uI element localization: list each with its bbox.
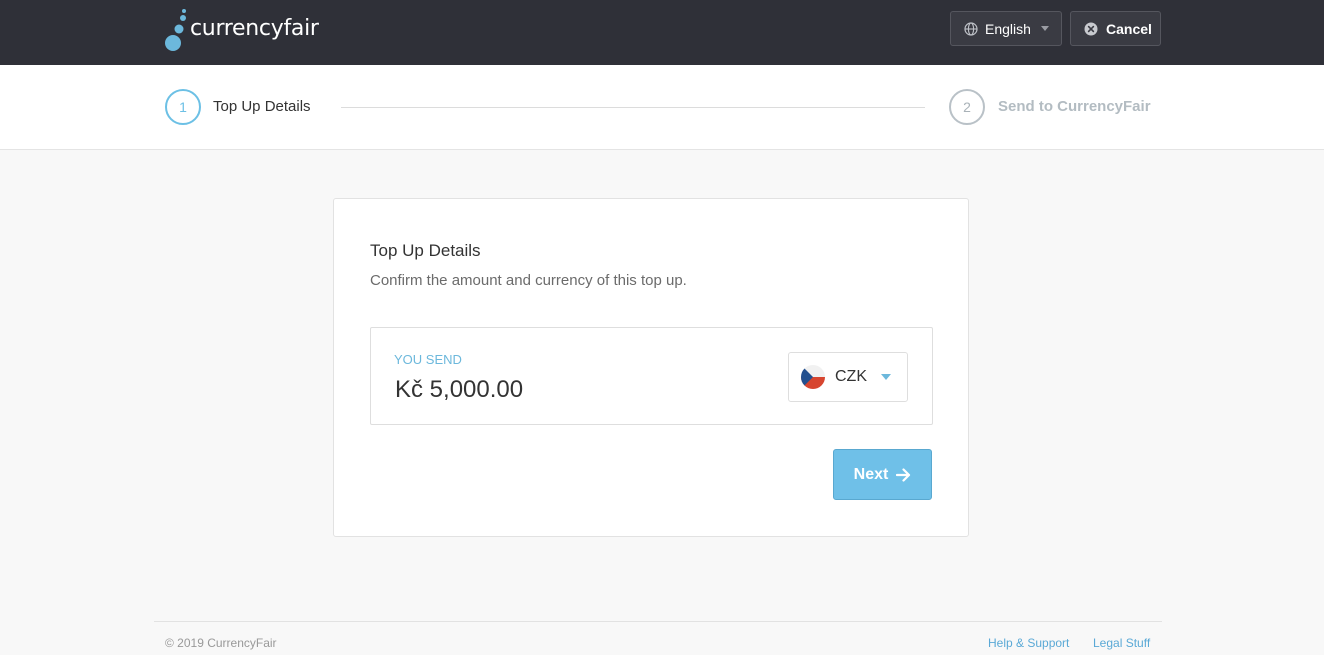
step-1-label: Top Up Details (213, 98, 311, 115)
chevron-down-icon (881, 374, 891, 380)
next-label: Next (853, 465, 889, 483)
globe-icon (964, 21, 978, 36)
you-send-panel: YOU SEND Kč 5,000.00 CZK (370, 327, 933, 425)
card-title: Top Up Details (370, 241, 481, 260)
step-2-label: Send to CurrencyFair (998, 98, 1151, 115)
progress-stepper: 1 Top Up Details 2 Send to CurrencyFair (0, 65, 1324, 150)
step-connector-line (341, 107, 925, 108)
currencyfair-logo[interactable]: currencyfair (164, 8, 319, 52)
czech-flag-icon (801, 365, 825, 389)
cancel-button[interactable]: Cancel (1070, 11, 1161, 46)
step-2-number: 2 (949, 89, 985, 125)
cancel-label: Cancel (1106, 20, 1152, 37)
help-support-link[interactable]: Help & Support (988, 636, 1069, 650)
you-send-label: YOU SEND (394, 352, 462, 367)
close-circle-icon (1084, 22, 1098, 35)
copyright-text: © 2019 CurrencyFair (165, 636, 277, 650)
footer-divider (154, 621, 1162, 622)
currency-code: CZK (835, 368, 867, 385)
currency-dropdown[interactable]: CZK (788, 352, 908, 402)
logo-wordmark: currencyfair (190, 16, 319, 41)
language-label: English (985, 20, 1031, 37)
arrow-right-icon (896, 467, 911, 482)
send-amount[interactable]: Kč 5,000.00 (395, 376, 523, 404)
step-1-number: 1 (165, 89, 201, 125)
top-up-details-card: Top Up Details Confirm the amount and cu… (333, 198, 969, 537)
language-selector[interactable]: English (950, 11, 1062, 46)
next-button[interactable]: Next (833, 449, 932, 500)
logo-bubbles-icon (165, 9, 186, 51)
top-header: currencyfair English Cancel (0, 0, 1324, 65)
legal-stuff-link[interactable]: Legal Stuff (1093, 636, 1150, 650)
chevron-down-icon (1040, 26, 1049, 31)
card-subtitle: Confirm the amount and currency of this … (370, 272, 687, 289)
